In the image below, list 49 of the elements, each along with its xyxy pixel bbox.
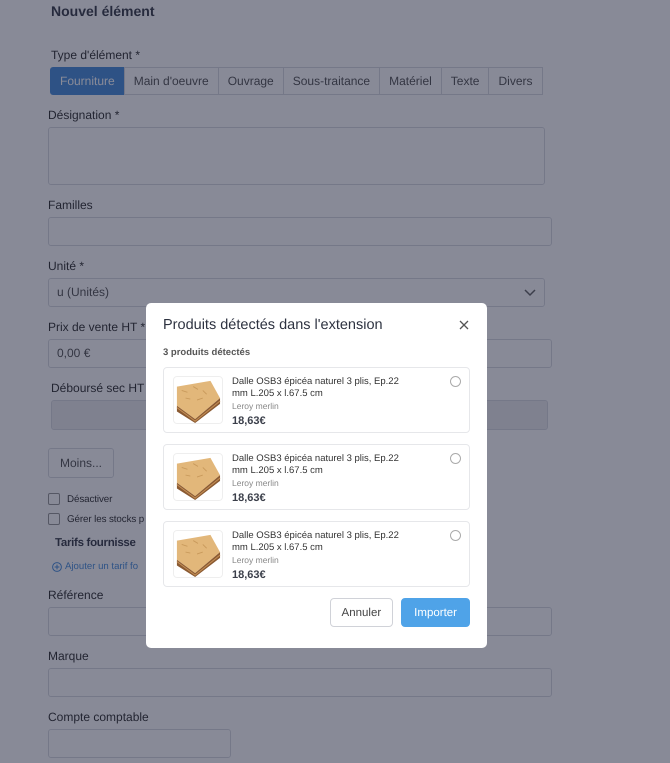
radio-button[interactable] bbox=[450, 530, 461, 541]
type-tab[interactable]: Ouvrage bbox=[218, 67, 284, 95]
type-tab[interactable]: Divers bbox=[488, 67, 542, 95]
less-button[interactable]: Moins... bbox=[48, 448, 114, 478]
product-name: Dalle OSB3 épicéa naturel 3 plis, Ep.22 mm L.205 x l.67.5 cm bbox=[232, 453, 400, 476]
field-label: Familles bbox=[48, 198, 93, 212]
type-tab[interactable]: Matériel bbox=[379, 67, 442, 95]
radio-button[interactable] bbox=[450, 453, 461, 464]
type-tab[interactable]: Sous-traitance bbox=[282, 67, 380, 95]
type-tab[interactable]: Main d'oeuvre bbox=[124, 67, 219, 95]
product-card[interactable]: Dalle OSB3 épicéa naturel 3 plis, Ep.22 mm L.205 x l.67.5 cm Leroy merlin 18,63€ bbox=[163, 521, 470, 587]
product-price: 18,63€ bbox=[232, 569, 267, 581]
unit-dropdown[interactable]: u (Unités) bbox=[48, 278, 545, 307]
wood-panel-drawing bbox=[173, 453, 223, 501]
field-label: Désignation * bbox=[48, 108, 120, 122]
cancel-button[interactable]: Annuler bbox=[330, 598, 394, 627]
radio-button[interactable] bbox=[450, 376, 461, 387]
page-title: Nouvel élément bbox=[51, 2, 156, 21]
product-price: 18,63€ bbox=[232, 492, 267, 504]
type-tab[interactable]: Fourniture bbox=[50, 67, 125, 95]
type-tab[interactable]: Texte bbox=[440, 67, 490, 95]
product-count: 3 produits détectés bbox=[163, 347, 250, 358]
checkbox-label: Gérer les stocks p bbox=[67, 514, 144, 524]
add-supplier-price-link[interactable]: Ajouter un tarif fo bbox=[52, 561, 138, 572]
chevron-down-icon bbox=[524, 288, 536, 296]
product-card[interactable]: Dalle OSB3 épicéa naturel 3 plis, Ep.22 mm L.205 x l.67.5 cm Leroy merlin 18,63€ bbox=[163, 444, 470, 510]
close-icon[interactable] bbox=[459, 320, 469, 330]
field-label: Unité * bbox=[48, 259, 84, 273]
checkbox-label: Désactiver bbox=[67, 494, 112, 504]
plus-circle-icon bbox=[52, 562, 62, 572]
field-label: Marque bbox=[48, 648, 89, 662]
checkbox[interactable] bbox=[48, 493, 60, 505]
field-label: Référence bbox=[48, 588, 104, 602]
field-label: Prix de vente HT * bbox=[48, 320, 146, 334]
modal-title: Produits détectés dans l'extension bbox=[163, 317, 383, 333]
product-name: Dalle OSB3 épicéa naturel 3 plis, Ep.22 mm L.205 x l.67.5 cm bbox=[232, 376, 400, 399]
wood-panel-drawing bbox=[173, 376, 223, 424]
field-label: Compte comptable bbox=[48, 710, 149, 724]
field-label: Type d'élément * bbox=[51, 48, 140, 62]
product-seller: Leroy merlin bbox=[232, 401, 280, 411]
wood-panel-drawing bbox=[173, 530, 223, 578]
product-card[interactable]: Dalle OSB3 épicéa naturel 3 plis, Ep.22 mm L.205 x l.67.5 cm Leroy merlin 18,63€ bbox=[163, 367, 470, 433]
product-name: Dalle OSB3 épicéa naturel 3 plis, Ep.22 mm L.205 x l.67.5 cm bbox=[232, 530, 400, 553]
checkbox[interactable] bbox=[48, 513, 60, 525]
field-label: Déboursé sec HT bbox=[51, 381, 144, 395]
product-seller: Leroy merlin bbox=[232, 478, 280, 488]
section-heading: Tarifs fournisse bbox=[55, 537, 136, 549]
product-price: 18,63€ bbox=[232, 415, 267, 427]
product-seller: Leroy merlin bbox=[232, 555, 280, 565]
